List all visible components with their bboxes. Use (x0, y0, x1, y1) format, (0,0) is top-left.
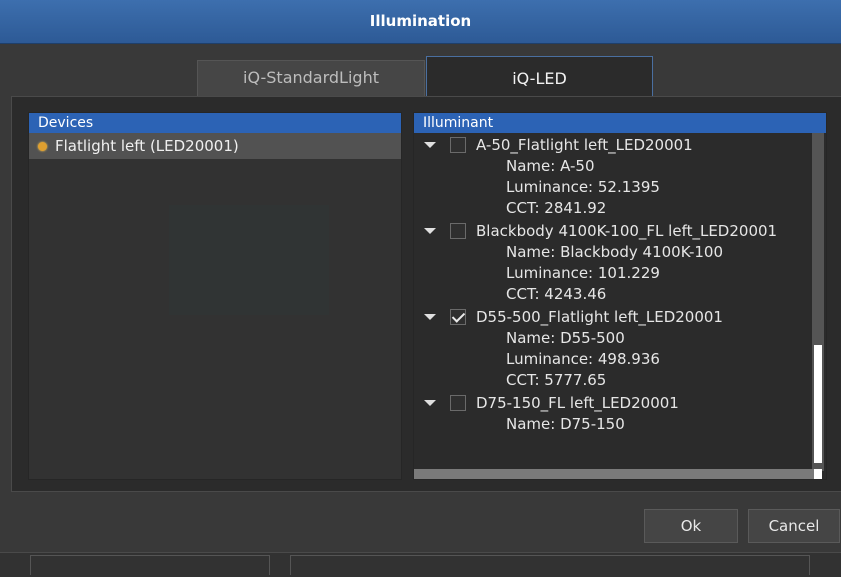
illuminant-row[interactable]: A-50_Flatlight left_LED20001 (414, 133, 812, 156)
illuminant-checkbox[interactable] (450, 222, 466, 239)
horizontal-scrollbar[interactable] (414, 469, 814, 479)
tab-iq-led[interactable]: iQ-LED (426, 56, 653, 96)
illuminant-luminance: Luminance: 498.936 (506, 350, 660, 368)
illuminant-checkbox[interactable] (450, 136, 466, 153)
status-dot-icon (38, 141, 47, 151)
illuminant-luminance: Luminance: 52.1395 (506, 178, 660, 196)
illuminant-title: D55-500_Flatlight left_LED20001 (476, 307, 723, 326)
vertical-scroll-thumb[interactable] (814, 345, 822, 463)
illuminant-item: D55-500_Flatlight left_LED20001 Name: D5… (414, 305, 812, 391)
illuminant-name: Name: D75-150 (506, 415, 625, 433)
devices-header: Devices (29, 113, 401, 133)
illuminant-row[interactable]: Blackbody 4100K-100_FL left_LED20001 (414, 219, 812, 242)
background-tab (290, 555, 810, 575)
cancel-button[interactable]: Cancel (748, 509, 840, 543)
illuminant-title: Blackbody 4100K-100_FL left_LED20001 (476, 221, 778, 240)
expand-arrow-icon[interactable] (424, 227, 436, 234)
device-label: Flatlight left (LED20001) (55, 137, 239, 155)
illuminant-row[interactable]: D75-150_FL left_LED20001 (414, 391, 812, 414)
illuminant-title: A-50_Flatlight left_LED20001 (476, 135, 693, 154)
illuminant-item: Blackbody 4100K-100_FL left_LED20001 Nam… (414, 219, 812, 305)
illuminant-title: D75-150_FL left_LED20001 (476, 393, 679, 412)
devices-panel: Devices Flatlight left (LED20001) (28, 112, 402, 480)
illuminant-header: Illuminant (414, 113, 826, 133)
scroll-corner (814, 469, 822, 479)
illuminant-name: Name: D55-500 (506, 329, 625, 347)
title-bar: Illumination (0, 0, 841, 44)
expand-arrow-icon[interactable] (424, 399, 436, 406)
ok-button[interactable]: Ok (644, 509, 738, 543)
illuminant-name: Name: A-50 (506, 157, 595, 175)
device-item[interactable]: Flatlight left (LED20001) (29, 133, 401, 159)
tab-iq-standardlight[interactable]: iQ-StandardLight (197, 60, 425, 96)
illuminant-row[interactable]: D55-500_Flatlight left_LED20001 (414, 305, 812, 328)
illuminant-cct: CCT: 4243.46 (506, 285, 607, 303)
illuminant-item: A-50_Flatlight left_LED20001 Name: A-50 … (414, 133, 812, 219)
illuminant-item: D75-150_FL left_LED20001 Name: D75-150 (414, 391, 812, 435)
illuminant-checkbox[interactable] (450, 394, 466, 411)
expand-arrow-icon[interactable] (424, 313, 436, 320)
background-ghost (169, 205, 329, 315)
expand-arrow-icon[interactable] (424, 141, 436, 148)
illuminant-checkbox-checked[interactable] (450, 308, 466, 325)
tab-bar: iQ-StandardLight iQ-LED (0, 56, 841, 96)
background-tab (30, 555, 270, 575)
illuminant-panel: Illuminant A-50_Flatlight left_LED20001 … (413, 112, 827, 480)
vertical-scrollbar[interactable] (812, 133, 824, 471)
window-title: Illumination (369, 12, 472, 30)
illuminant-cct: CCT: 2841.92 (506, 199, 607, 217)
illuminant-name: Name: Blackbody 4100K-100 (506, 243, 724, 261)
illuminant-tree: A-50_Flatlight left_LED20001 Name: A-50 … (414, 133, 812, 471)
illuminant-luminance: Luminance: 101.229 (506, 264, 660, 282)
illuminant-cct: CCT: 5777.65 (506, 371, 607, 389)
